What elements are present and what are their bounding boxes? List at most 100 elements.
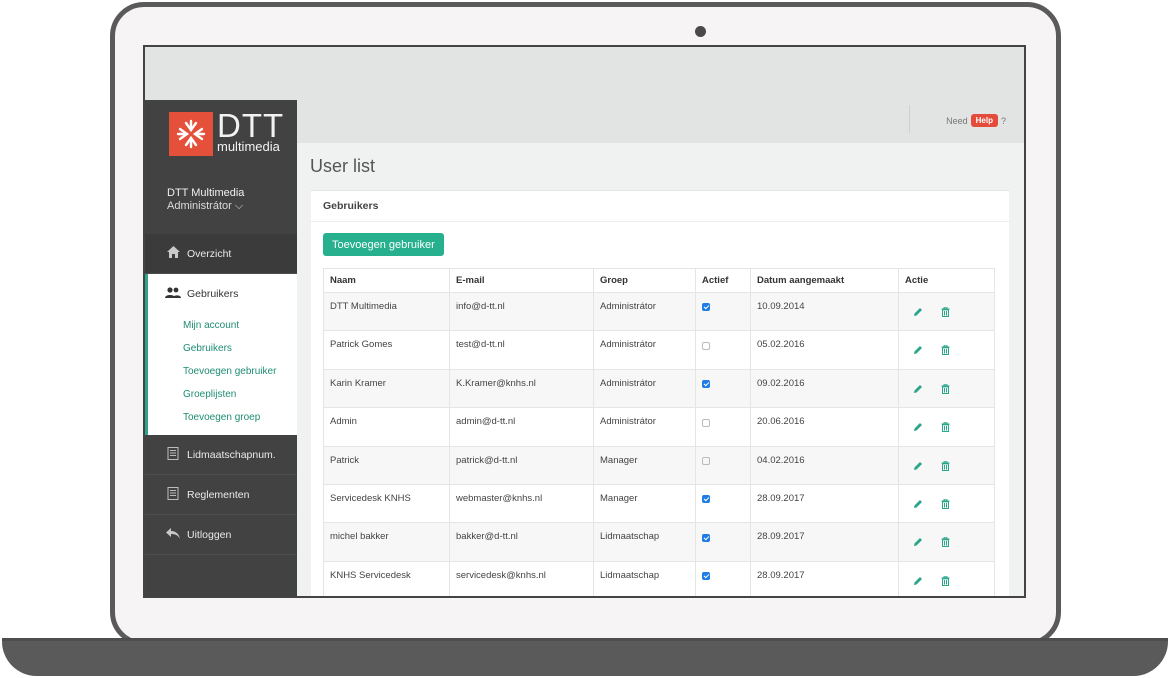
edit-pencil-icon[interactable]	[913, 537, 923, 550]
delete-trash-icon[interactable]	[941, 576, 950, 589]
cell-group: Administrátor	[593, 407, 696, 447]
delete-trash-icon[interactable]	[941, 422, 950, 435]
sidebar-subitem-add-user[interactable]: Toevoegen gebruiker	[148, 360, 297, 383]
column-header-name[interactable]: Naam	[323, 268, 450, 293]
edit-pencil-icon[interactable]	[913, 576, 923, 589]
active-checkbox[interactable]	[702, 341, 710, 350]
screen: DTT multimedia DTT Multimedia Administrá…	[143, 45, 1026, 598]
add-user-button[interactable]: Toevoegen gebruiker	[323, 233, 444, 256]
active-checkbox[interactable]	[702, 303, 710, 312]
cell-date: 28.09.2017	[750, 560, 899, 596]
cell-name: michel bakker	[323, 522, 450, 562]
cell-active	[695, 483, 751, 524]
active-checkbox[interactable]	[702, 495, 710, 504]
sidebar-item-membership[interactable]: Lidmaatschapnum.	[145, 435, 297, 475]
document-icon	[164, 486, 182, 503]
users-table: Naam E-mail Groep Actief Datum aangemaak…	[323, 268, 995, 596]
laptop-hinge	[2, 638, 1168, 641]
reply-arrow-icon	[164, 527, 182, 542]
cell-email: K.Kramer@knhs.nl	[449, 368, 594, 409]
user-role: Administrátor ⌵	[167, 200, 244, 212]
cell-date: 20.06.2016	[750, 407, 899, 447]
logo[interactable]: DTT multimedia	[145, 100, 297, 187]
cell-name: Patrick Gomes	[323, 330, 450, 370]
sidebar-subitem-add-group[interactable]: Toevoegen groep	[148, 406, 297, 429]
user-menu[interactable]: DTT Multimedia Administrátor ⌵	[145, 187, 297, 234]
edit-pencil-icon[interactable]	[913, 307, 923, 320]
active-checkbox[interactable]	[702, 380, 710, 389]
table-row: Karin Kramer K.Kramer@knhs.nl Administráto…	[323, 368, 995, 409]
sidebar-item-logout[interactable]: Uitloggen	[145, 515, 297, 555]
delete-trash-icon[interactable]	[941, 384, 950, 397]
sidebar-item-label: Uitloggen	[187, 528, 232, 541]
page-title: User list	[310, 156, 376, 176]
delete-trash-icon[interactable]	[941, 460, 950, 474]
sidebar-item-users[interactable]: Gebruikers	[148, 274, 297, 314]
sidebar-subitem-group-lists[interactable]: Groeplijsten	[148, 383, 297, 406]
delete-trash-icon[interactable]	[941, 499, 950, 512]
sidebar-item-overview[interactable]: Overzicht	[145, 234, 297, 274]
table-row: Patrick patrick@d-tt.nl Manager 04.02.2016	[323, 445, 995, 485]
delete-trash-icon[interactable]	[941, 345, 950, 358]
table-row: Patrick Gomes test@d-tt.nl Administrátor 05…	[323, 330, 995, 370]
cell-active	[695, 522, 751, 562]
document-icon	[164, 446, 182, 463]
sidebar-submenu: Mijn account Gebruikers Toevoegen gebrui…	[148, 314, 297, 435]
column-header-action: Actie	[898, 268, 995, 293]
column-header-active[interactable]: Actief	[695, 268, 751, 293]
delete-trash-icon[interactable]	[941, 537, 950, 550]
help-link[interactable]: Need Help ?	[946, 114, 1006, 127]
edit-pencil-icon[interactable]	[913, 345, 923, 358]
logo-symbol-icon	[176, 119, 206, 149]
cell-group: Lidmaatschap	[593, 560, 696, 596]
camera-icon	[695, 26, 706, 37]
cell-date: 28.09.2017	[750, 522, 899, 562]
table-row: Servicedesk KNHS webmaster@knhs.nl Manager…	[323, 483, 995, 524]
help-badge[interactable]: Help	[970, 114, 998, 127]
cell-name: Karin Kramer	[323, 368, 450, 409]
cell-active	[695, 368, 751, 409]
cell-group: Administrátor	[593, 291, 696, 332]
sidebar-item-rules[interactable]: Reglementen	[145, 475, 297, 515]
active-checkbox[interactable]	[702, 572, 710, 581]
delete-trash-icon[interactable]	[941, 307, 950, 320]
cell-group: Administrátor	[593, 368, 696, 409]
cell-actions	[898, 445, 995, 485]
table-row: michel bakker bakker@d-tt.nl Lidmaatschap 2…	[323, 522, 995, 562]
cell-group: Manager	[593, 483, 696, 524]
cell-group: Manager	[593, 445, 696, 485]
users-panel: Gebruikers Toevoegen gebruiker Naam E-ma…	[311, 190, 1009, 596]
cell-email: webmaster@knhs.nl	[449, 483, 594, 524]
edit-pencil-icon[interactable]	[913, 384, 923, 397]
cell-actions	[898, 560, 995, 596]
edit-pencil-icon[interactable]	[913, 422, 923, 435]
cell-email: servicedesk@knhs.nl	[449, 560, 594, 596]
cell-date: 04.02.2016	[750, 445, 899, 485]
users-icon	[164, 286, 182, 302]
active-checkbox[interactable]	[702, 418, 710, 427]
cell-actions	[898, 522, 995, 562]
logo-mark-icon	[169, 112, 213, 156]
column-header-group[interactable]: Groep	[593, 268, 696, 293]
laptop-base	[2, 638, 1168, 676]
column-header-email[interactable]: E-mail	[449, 268, 594, 293]
cell-date: 28.09.2017	[750, 483, 899, 524]
cell-email: test@d-tt.nl	[449, 330, 594, 370]
cell-active	[695, 407, 751, 447]
active-checkbox[interactable]	[702, 533, 710, 542]
cell-actions	[898, 368, 995, 409]
sidebar-subitem-my-account[interactable]: Mijn account	[148, 314, 297, 337]
sidebar-subitem-users[interactable]: Gebruikers	[148, 337, 297, 360]
edit-pencil-icon[interactable]	[913, 499, 923, 512]
edit-pencil-icon[interactable]	[913, 461, 923, 474]
cell-active	[695, 330, 751, 370]
sidebar-section-users: Gebruikers Mijn account Gebruikers Toevo…	[145, 274, 297, 435]
cell-active	[695, 560, 751, 596]
active-checkbox[interactable]	[702, 457, 710, 466]
table-row: DTT Multimedia info@d-tt.nl Administrátor 1…	[323, 291, 995, 332]
cell-group: Administrátor	[593, 330, 696, 370]
cell-name: DTT Multimedia	[323, 291, 450, 332]
cell-name: Admin	[323, 407, 450, 447]
user-name: DTT Multimedia	[167, 187, 245, 199]
column-header-date[interactable]: Datum aangemaakt	[750, 268, 899, 293]
